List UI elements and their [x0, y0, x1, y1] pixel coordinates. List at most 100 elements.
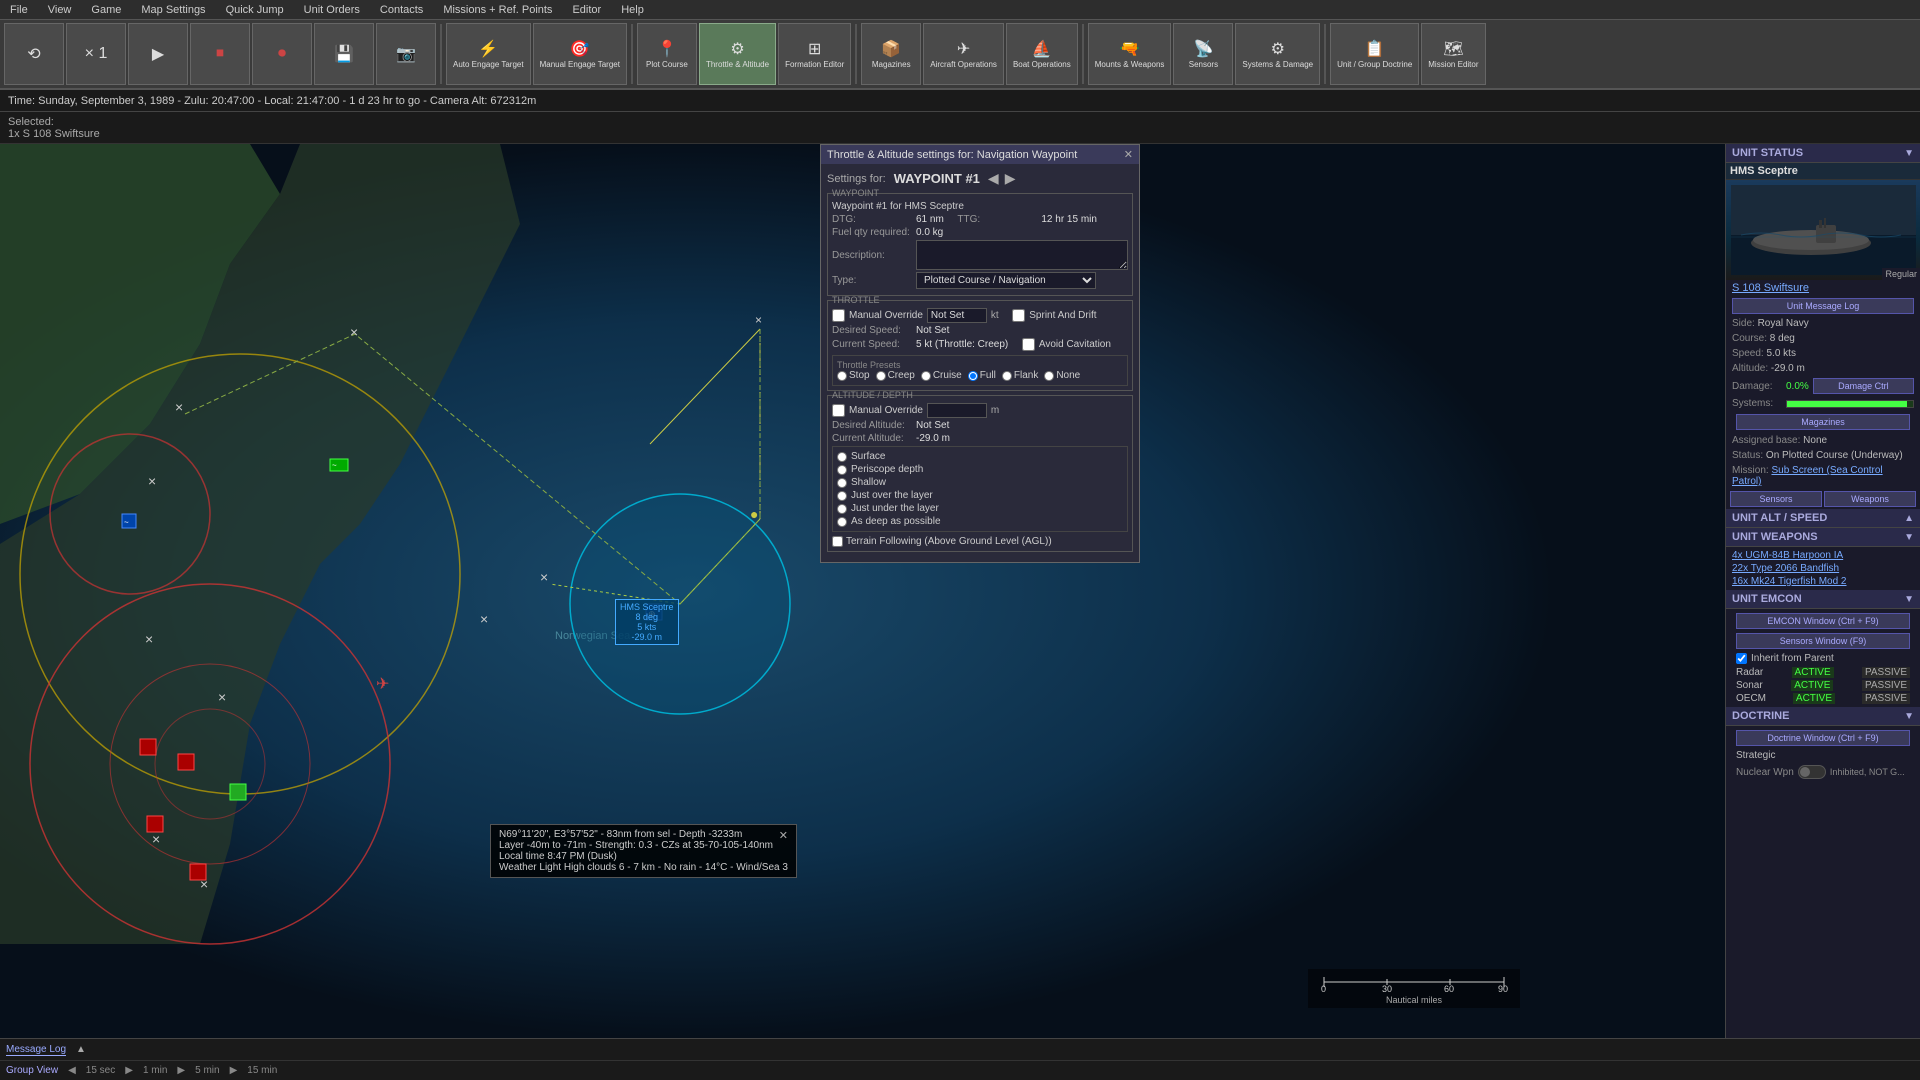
oecm-passive-btn[interactable]: PASSIVE: [1862, 693, 1910, 704]
menu-game[interactable]: Game: [81, 4, 131, 16]
magazines-button[interactable]: 📦 Magazines: [861, 23, 921, 85]
time-15min-btn[interactable]: ▶: [230, 1065, 238, 1076]
record-button[interactable]: ⏺: [252, 23, 312, 85]
expand-log-button[interactable]: ▲: [76, 1044, 86, 1055]
preset-cruise[interactable]: Cruise: [921, 370, 962, 381]
stop-button[interactable]: ⏹: [190, 23, 250, 85]
message-log-tab[interactable]: Message Log: [6, 1044, 66, 1056]
menu-unit-orders[interactable]: Unit Orders: [294, 4, 370, 16]
preset-flank[interactable]: Flank: [1002, 370, 1038, 381]
altitude-override-label: Manual Override: [849, 405, 923, 416]
group-view-btn[interactable]: Group View: [6, 1065, 58, 1076]
sensors-window-button[interactable]: Sensors Window (F9): [1736, 633, 1910, 649]
play-button[interactable]: ▶: [128, 23, 188, 85]
depth-surface[interactable]: Surface: [837, 451, 1123, 462]
depth-periscope[interactable]: Periscope depth: [837, 464, 1123, 475]
sonar-active-btn[interactable]: ACTIVE: [1791, 680, 1833, 691]
save-button[interactable]: 💾: [314, 23, 374, 85]
mission-editor-button[interactable]: 🗺 Mission Editor: [1421, 23, 1485, 85]
terrain-following-checkbox[interactable]: [832, 536, 843, 547]
systems-bar: [1786, 400, 1914, 408]
mission-row: Mission: Sub Screen (Sea Control Patrol): [1726, 463, 1920, 489]
oecm-active-btn[interactable]: ACTIVE: [1793, 693, 1835, 704]
sonar-passive-btn[interactable]: PASSIVE: [1862, 680, 1910, 691]
doctrine-button[interactable]: 📋 Unit / Group Doctrine: [1330, 23, 1419, 85]
menu-missions[interactable]: Missions + Ref. Points: [433, 4, 562, 16]
throttle-altitude-button[interactable]: ⚙ Throttle & Altitude: [699, 23, 776, 85]
manual-engage-button[interactable]: 🎯 Manual Engage Target: [533, 23, 627, 85]
weapon-bandfish[interactable]: 22x Type 2066 Bandfish: [1732, 562, 1914, 575]
alt-speed-collapse[interactable]: ▲: [1904, 513, 1914, 524]
throttle-override-checkbox[interactable]: [832, 309, 845, 322]
magazines-button-right[interactable]: Magazines: [1736, 414, 1910, 430]
menu-quick-jump[interactable]: Quick Jump: [216, 4, 294, 16]
preset-creep[interactable]: Creep: [876, 370, 915, 381]
depth-as-deep[interactable]: As deep as possible: [837, 516, 1123, 527]
menu-editor[interactable]: Editor: [562, 4, 611, 16]
altitude-override-checkbox[interactable]: [832, 404, 845, 417]
altitude-override-input[interactable]: [927, 403, 987, 418]
sprint-drift-checkbox[interactable]: [1012, 309, 1025, 322]
radar-active-btn[interactable]: ACTIVE: [1792, 667, 1834, 678]
sensors-button[interactable]: 📡 Sensors: [1173, 23, 1233, 85]
preset-none[interactable]: None: [1044, 370, 1080, 381]
weapon-harpoon[interactable]: 4x UGM-84B Harpoon IA: [1732, 549, 1914, 562]
dialog-close-button[interactable]: ✕: [1124, 148, 1133, 161]
aircraft-ops-button[interactable]: ✈ Aircraft Operations: [923, 23, 1004, 85]
rewind-button[interactable]: ⟲: [4, 23, 64, 85]
prev-waypoint-button[interactable]: ◀: [988, 170, 999, 187]
speed-x1-button[interactable]: × 1: [66, 23, 126, 85]
preset-stop[interactable]: Stop: [837, 370, 870, 381]
doctrine-label: Unit / Group Doctrine: [1337, 61, 1412, 70]
current-altitude-value: -29.0 m: [916, 433, 950, 444]
systems-damage-button[interactable]: ⚙ Systems & Damage: [1235, 23, 1320, 85]
camera-button[interactable]: 📷: [376, 23, 436, 85]
time-5min-btn[interactable]: ▶: [177, 1065, 185, 1076]
strategic-label: Strategic: [1736, 750, 1775, 761]
auto-engage-button[interactable]: ⚡ Auto Engage Target: [446, 23, 531, 85]
time-15sec-btn[interactable]: ◀: [68, 1065, 76, 1076]
unit-class-link[interactable]: S 108 Swiftsure: [1726, 280, 1920, 296]
depth-shallow[interactable]: Shallow: [837, 477, 1123, 488]
throttle-override-input[interactable]: [927, 308, 987, 323]
menu-help[interactable]: Help: [611, 4, 654, 16]
boat-ops-button[interactable]: ⛵ Boat Operations: [1006, 23, 1078, 85]
doctrine-window-button[interactable]: Doctrine Window (Ctrl + F9): [1736, 730, 1910, 746]
unit-status-collapse[interactable]: ▼: [1904, 148, 1914, 159]
wp-type-label: Type:: [832, 275, 912, 286]
radar-passive-btn[interactable]: PASSIVE: [1862, 667, 1910, 678]
plot-course-button[interactable]: 📍 Plot Course: [637, 23, 697, 85]
weapons-right-button[interactable]: Weapons: [1824, 491, 1916, 507]
avoid-cavitation-checkbox[interactable]: [1022, 338, 1035, 351]
mounts-weapons-button[interactable]: 🔫 Mounts & Weapons: [1088, 23, 1172, 85]
unit-emcon-header: UNIT EMCON ▼: [1726, 590, 1920, 609]
menu-map-settings[interactable]: Map Settings: [131, 4, 215, 16]
nuclear-status: Inhibited, NOT G...: [1830, 767, 1905, 777]
formation-button[interactable]: ⊞ Formation Editor: [778, 23, 851, 85]
inherit-parent-checkbox[interactable]: [1736, 653, 1747, 664]
menu-view[interactable]: View: [38, 4, 82, 16]
wp-desc-input[interactable]: [916, 240, 1128, 270]
map-view[interactable]: Norwegian Sea × × × ● × × ×: [0, 144, 1725, 1038]
weapons-collapse[interactable]: ▼: [1904, 532, 1914, 543]
wp-type-select[interactable]: Plotted Course / Navigation: [916, 272, 1096, 289]
next-waypoint-button[interactable]: ▶: [1005, 170, 1016, 187]
camera-icon: 📷: [396, 44, 416, 64]
wp-desc-row: Waypoint #1 for HMS Sceptre: [832, 201, 1128, 212]
emcon-window-button[interactable]: EMCON Window (Ctrl + F9): [1736, 613, 1910, 629]
doctrine-collapse[interactable]: ▼: [1904, 711, 1914, 722]
menu-contacts[interactable]: Contacts: [370, 4, 433, 16]
damage-ctrl-button[interactable]: Damage Ctrl: [1813, 378, 1914, 394]
depth-just-over[interactable]: Just over the layer: [837, 490, 1123, 501]
preset-full[interactable]: Full: [968, 370, 996, 381]
unit-message-log-button[interactable]: Unit Message Log: [1732, 298, 1914, 314]
sensors-right-button[interactable]: Sensors: [1730, 491, 1822, 507]
altitude-value: -29.0 m: [1771, 363, 1805, 374]
nuclear-toggle[interactable]: [1798, 765, 1826, 779]
depth-just-under[interactable]: Just under the layer: [837, 503, 1123, 514]
tooltip-close-button[interactable]: ✕: [779, 829, 788, 842]
weapon-tigerfish[interactable]: 16x Mk24 Tigerfish Mod 2: [1732, 575, 1914, 588]
time-1min-btn[interactable]: ▶: [125, 1065, 133, 1076]
menu-file[interactable]: File: [0, 4, 38, 16]
emcon-collapse[interactable]: ▼: [1904, 594, 1914, 605]
